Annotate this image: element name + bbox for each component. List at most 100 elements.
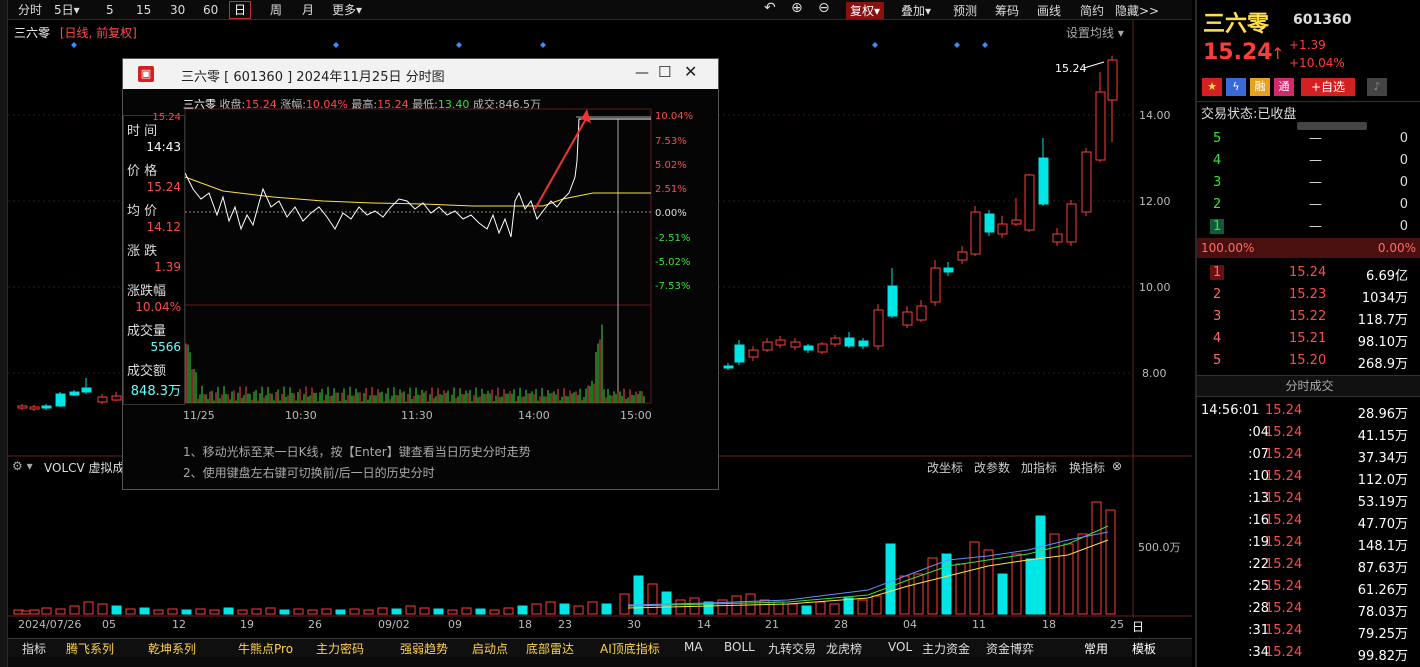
period-day[interactable]: 日 bbox=[229, 1, 252, 19]
period-15min[interactable]: 15 bbox=[136, 2, 151, 18]
margin-badge[interactable]: 融 bbox=[1250, 78, 1270, 96]
trade-row[interactable]: :31 15.24 79.25万 bbox=[1197, 620, 1420, 642]
period-60min[interactable]: 60 bbox=[203, 2, 218, 18]
bid-row[interactable]: 4 — 0 bbox=[1197, 150, 1420, 172]
candle-body bbox=[1038, 157, 1049, 205]
candle-body bbox=[29, 406, 40, 410]
status-strip bbox=[8, 657, 1192, 667]
indicator-tab[interactable]: 强弱趋势 bbox=[400, 640, 448, 657]
close-icon[interactable]: ✕ bbox=[684, 62, 697, 81]
volume-bar bbox=[559, 603, 570, 615]
forecast-button[interactable]: 预测 bbox=[953, 2, 977, 19]
candle-body bbox=[930, 267, 941, 303]
indicator-tab[interactable]: 指标 bbox=[22, 640, 46, 657]
ask-row[interactable]: 1 15.24 6.69亿 bbox=[1197, 262, 1420, 284]
trade-row[interactable]: :25 15.24 61.26万 bbox=[1197, 576, 1420, 598]
change-param-button[interactable]: 改参数 bbox=[974, 459, 1010, 476]
period-5min[interactable]: 5 bbox=[106, 2, 114, 18]
indicator-tab[interactable]: 九转交易 bbox=[768, 640, 816, 657]
trade-row[interactable]: :04 15.24 41.15万 bbox=[1197, 422, 1420, 444]
trade-row[interactable]: :19 15.24 148.1万 bbox=[1197, 532, 1420, 554]
bid-row[interactable]: 2 — 0 bbox=[1197, 194, 1420, 216]
simple-button[interactable]: 简约 bbox=[1080, 2, 1104, 19]
chips-button[interactable]: 筹码 bbox=[995, 2, 1019, 19]
trades-title[interactable]: 分时成交 bbox=[1197, 375, 1420, 397]
ma-settings-button[interactable]: 设置均线 ▾ bbox=[1066, 24, 1124, 41]
trade-volume: 37.34万 bbox=[1357, 451, 1408, 466]
candle-body bbox=[873, 309, 884, 347]
indicator-tab[interactable]: AI顶底指标 bbox=[600, 640, 660, 657]
china-flag-icon[interactable]: ★ bbox=[1202, 78, 1222, 96]
trade-row[interactable]: :22 15.24 87.63万 bbox=[1197, 554, 1420, 576]
ask-row[interactable]: 2 15.23 1034万 bbox=[1197, 284, 1420, 306]
indicator-tab[interactable]: 主力资金 bbox=[922, 640, 970, 657]
overlay-button[interactable]: 叠加▾ bbox=[901, 2, 931, 19]
quote-price: 15.24 bbox=[1203, 40, 1273, 65]
lightning-icon[interactable]: ϟ bbox=[1226, 78, 1246, 96]
ask-row[interactable]: 3 15.22 118.7万 bbox=[1197, 306, 1420, 328]
trade-row[interactable]: :13 15.24 53.19万 bbox=[1197, 488, 1420, 510]
connect-badge[interactable]: 通 bbox=[1274, 78, 1294, 96]
hide-button[interactable]: 隐藏>> bbox=[1115, 2, 1159, 19]
ask-row[interactable]: 4 15.21 98.10万 bbox=[1197, 328, 1420, 350]
bid-level: 5 bbox=[1213, 131, 1222, 146]
indicator-tab[interactable]: 启动点 bbox=[472, 640, 508, 657]
trade-row[interactable]: :28 15.24 78.03万 bbox=[1197, 598, 1420, 620]
bottom-template[interactable]: 模板 bbox=[1132, 640, 1156, 657]
period-5day[interactable]: 5日▾ bbox=[54, 2, 80, 18]
candle-body bbox=[1052, 233, 1063, 243]
trade-row[interactable]: :07 15.24 37.34万 bbox=[1197, 444, 1420, 466]
zoom-out-icon[interactable]: ⊖ bbox=[818, 0, 830, 16]
bid-row[interactable]: 3 — 0 bbox=[1197, 172, 1420, 194]
intraday-popup[interactable]: ▣ 三六零 [ 601360 ] 2024年11月25日 分时图 — ☐ ✕ 三… bbox=[122, 58, 719, 490]
ask-price: 15.20 bbox=[1289, 353, 1327, 368]
volume-bar bbox=[661, 591, 672, 615]
indicator-tab[interactable]: 乾坤系列 bbox=[148, 640, 196, 657]
zoom-in-icon[interactable]: ⊕ bbox=[791, 0, 803, 16]
price-tick: 10.00 bbox=[1139, 281, 1171, 294]
indicator-tab[interactable]: MA bbox=[684, 640, 703, 654]
candle-body bbox=[916, 305, 927, 321]
close-icon[interactable]: ⊗ bbox=[1112, 459, 1122, 473]
trade-price: 15.24 bbox=[1265, 623, 1303, 638]
period-more[interactable]: 更多▾ bbox=[332, 2, 362, 18]
undo-icon[interactable]: ↶ bbox=[764, 0, 776, 16]
add-favorite-button[interactable]: +自选 bbox=[1301, 78, 1355, 96]
pct-tick: -5.02% bbox=[655, 257, 690, 268]
bell-icon[interactable]: ♪ bbox=[1367, 78, 1387, 96]
ask-row[interactable]: 5 15.20 268.9万 bbox=[1197, 350, 1420, 372]
time-tick: 11:30 bbox=[401, 409, 433, 422]
indicator-tab[interactable]: 底部雷达 bbox=[526, 640, 574, 657]
candle-body bbox=[748, 349, 759, 358]
ask-level: 1 bbox=[1210, 265, 1225, 280]
trade-row[interactable]: :34 15.24 99.82万 bbox=[1197, 642, 1420, 664]
volume-bar bbox=[167, 608, 178, 615]
settings-icon[interactable]: ⚙ ▾ bbox=[12, 459, 33, 473]
candle-body bbox=[55, 393, 66, 407]
period-30min[interactable]: 30 bbox=[170, 2, 185, 18]
period-week[interactable]: 周 bbox=[270, 2, 282, 18]
indicator-tab[interactable]: 牛熊点Pro bbox=[238, 640, 293, 657]
trade-row[interactable]: :10 15.24 112.0万 bbox=[1197, 466, 1420, 488]
indicator-tab[interactable]: 主力密码 bbox=[316, 640, 364, 657]
bid-row[interactable]: 5 — 0 bbox=[1197, 128, 1420, 150]
trade-row[interactable]: :16 15.24 47.70万 bbox=[1197, 510, 1420, 532]
switch-indicator-button[interactable]: 换指标 bbox=[1069, 459, 1105, 476]
add-indicator-button[interactable]: 加指标 bbox=[1021, 459, 1057, 476]
trade-row[interactable]: 14:56:01 15.24 28.96万 bbox=[1197, 400, 1420, 422]
draw-line-button[interactable]: 画线 bbox=[1037, 2, 1061, 19]
period-fenshi[interactable]: 分时 bbox=[18, 2, 42, 18]
bottom-common[interactable]: 常用 bbox=[1084, 640, 1108, 657]
indicator-tab[interactable]: BOLL bbox=[724, 640, 755, 654]
change-axis-button[interactable]: 改坐标 bbox=[927, 459, 963, 476]
bid-row[interactable]: 1 — 0 bbox=[1197, 216, 1420, 238]
minimize-icon[interactable]: — bbox=[635, 65, 649, 81]
indicator-tab[interactable]: VOL bbox=[888, 640, 912, 654]
volume-bar bbox=[587, 601, 598, 615]
maximize-icon[interactable]: ☐ bbox=[658, 63, 671, 81]
indicator-tab[interactable]: 资金博弈 bbox=[986, 640, 1034, 657]
period-month[interactable]: 月 bbox=[302, 2, 314, 18]
fuquan-button[interactable]: 复权▾ bbox=[846, 2, 885, 19]
indicator-tab[interactable]: 龙虎榜 bbox=[826, 640, 862, 657]
indicator-tab[interactable]: 腾飞系列 bbox=[66, 640, 114, 657]
